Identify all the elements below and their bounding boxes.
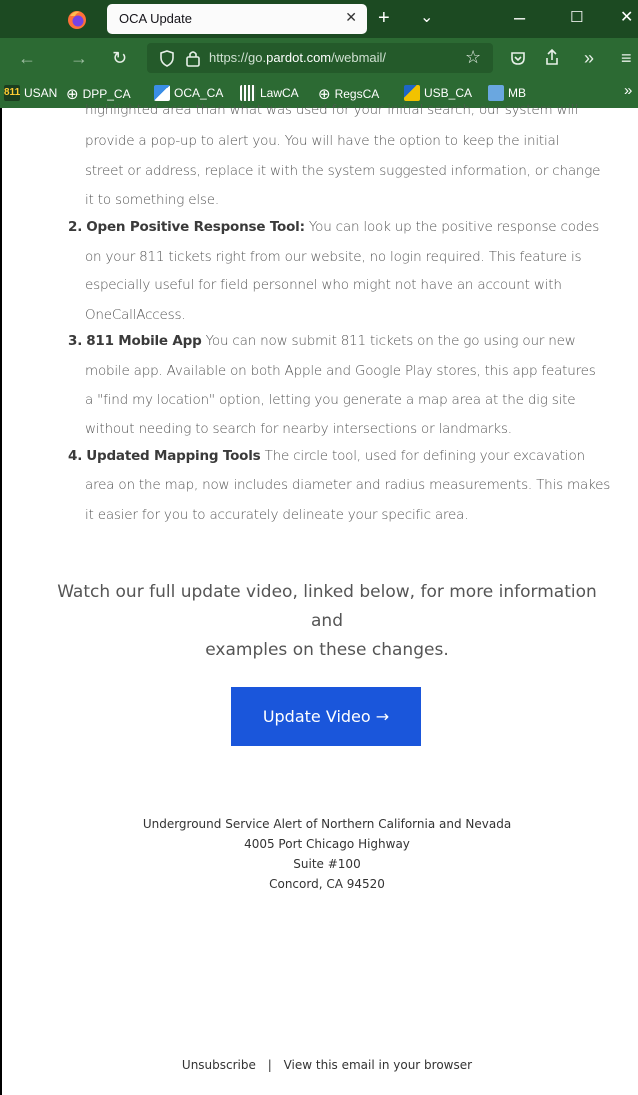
globe-icon: ⊕ [66, 86, 79, 103]
list-item-text: without needing to search for nearby int… [85, 421, 512, 437]
bookmark-oca-ca[interactable]: OCA_CA [154, 85, 223, 101]
list-item-text: You can now submit 811 tickets on the go… [201, 333, 576, 349]
bookmark-lawca[interactable]: LawCA [240, 85, 299, 101]
star-icon[interactable]: ☆ [465, 47, 481, 68]
list-item-text: OneCallAccess. [85, 307, 186, 323]
footer-street: 4005 Port Chicago Highway [244, 837, 410, 851]
footer-org: Underground Service Alert of Northern Ca… [142, 817, 512, 831]
list-item-title: Open Positive Response Tool: [86, 219, 305, 235]
footer-links: Unsubscribe | View this email in your br… [102, 1058, 552, 1072]
shield-icon[interactable] [159, 50, 175, 67]
maximize-icon[interactable]: ☐ [570, 7, 583, 29]
list-item: 3. 811 Mobile App You can now submit 811… [68, 333, 576, 349]
bookmark-usan[interactable]: 811 USAN [4, 85, 57, 101]
list-item-text: provide a pop-up to alert you. You will … [85, 133, 560, 149]
double-chevron-icon[interactable]: » [584, 47, 594, 69]
list-item: 4. Updated Mapping Tools The circle tool… [68, 448, 585, 464]
tab-strip: OCA Update ✕ + ⌄ – ☐ ✕ [0, 0, 638, 38]
firefox-logo-icon[interactable] [66, 8, 88, 30]
oca-icon [154, 85, 170, 101]
tab-title: OCA Update [119, 11, 192, 26]
view-in-browser-link[interactable]: View this email in your browser [284, 1058, 472, 1072]
list-item-text: You can look up the positive response co… [304, 219, 600, 235]
email-body: highlighted area than what was used for … [0, 102, 638, 1095]
double-chevron-icon[interactable]: » [624, 82, 632, 99]
list-item-number: 3. [68, 333, 83, 349]
footer-address: Underground Service Alert of Northern Ca… [102, 814, 552, 894]
tab-oca-update[interactable]: OCA Update ✕ [107, 4, 367, 34]
list-item-title: 811 Mobile App [86, 333, 202, 349]
plus-icon[interactable]: + [378, 7, 390, 29]
footer-separator: | [267, 1058, 272, 1072]
pocket-icon[interactable] [510, 50, 526, 66]
list-item-text: on your 811 tickets right from our websi… [85, 249, 582, 265]
list-item-number: 4. [68, 448, 83, 464]
share-icon[interactable] [544, 48, 560, 66]
globe-icon: ⊕ [318, 86, 331, 103]
mb-icon [488, 85, 504, 101]
minimize-icon[interactable]: – [514, 7, 525, 29]
list-item-text: a "find my location" option, letting you… [85, 392, 576, 408]
list-item: 2. Open Positive Response Tool: You can … [68, 219, 599, 235]
811-icon: 811 [4, 85, 20, 101]
list-item-text: it easier for you to accurately delineat… [85, 507, 469, 523]
bookmark-mb[interactable]: MB [488, 85, 526, 101]
list-item-number: 2. [68, 219, 83, 235]
bookmark-usb-ca[interactable]: USB_CA [404, 85, 472, 101]
watch-text-line: Watch our full update video, linked belo… [57, 582, 597, 631]
bookmark-dpp-ca[interactable]: ⊕ DPP_CA [66, 85, 131, 103]
unsubscribe-link[interactable]: Unsubscribe [182, 1058, 256, 1072]
list-item-text: street or address, replace it with the s… [85, 163, 601, 179]
hamburger-menu-icon[interactable]: ≡ [621, 47, 632, 69]
chevron-down-icon[interactable]: ⌄ [420, 7, 433, 29]
window-close-icon[interactable]: ✕ [620, 7, 633, 29]
update-video-button[interactable]: Update Video → [231, 687, 421, 746]
list-item-text: it to something else. [85, 192, 219, 208]
footer-suite: Suite #100 [293, 857, 361, 871]
url-bar[interactable]: https://go.pardot.com/webmail/ ☆ [147, 43, 493, 73]
url-text: https://go.pardot.com/webmail/ [209, 50, 387, 65]
list-item-title: Updated Mapping Tools [86, 448, 261, 464]
watch-text-line: examples on these changes. [205, 640, 449, 660]
lock-icon[interactable] [185, 49, 201, 67]
list-item-text: mobile app. Available on both Apple and … [85, 363, 596, 379]
watch-video-text: Watch our full update video, linked belo… [42, 578, 612, 665]
usb-icon [404, 85, 420, 101]
back-arrow-icon[interactable]: ← [18, 47, 36, 69]
list-item-text: especially useful for field personnel wh… [85, 277, 562, 293]
navigation-bar: ← → ↻ https://go.pardot.com/webmail/ ☆ »… [0, 38, 638, 78]
reload-icon[interactable]: ↻ [112, 47, 127, 69]
list-item-text: highlighted area than what was used for … [85, 102, 578, 118]
footer-city: Concord, CA 94520 [269, 877, 385, 891]
law-icon [240, 85, 256, 101]
list-item-text: The circle tool, used for defining your … [260, 448, 585, 464]
forward-arrow-icon[interactable]: → [70, 47, 88, 69]
list-item-text: area on the map, now includes diameter a… [85, 477, 611, 493]
bookmark-regsca[interactable]: ⊕ RegsCA [318, 85, 379, 103]
close-icon[interactable]: ✕ [345, 9, 357, 26]
